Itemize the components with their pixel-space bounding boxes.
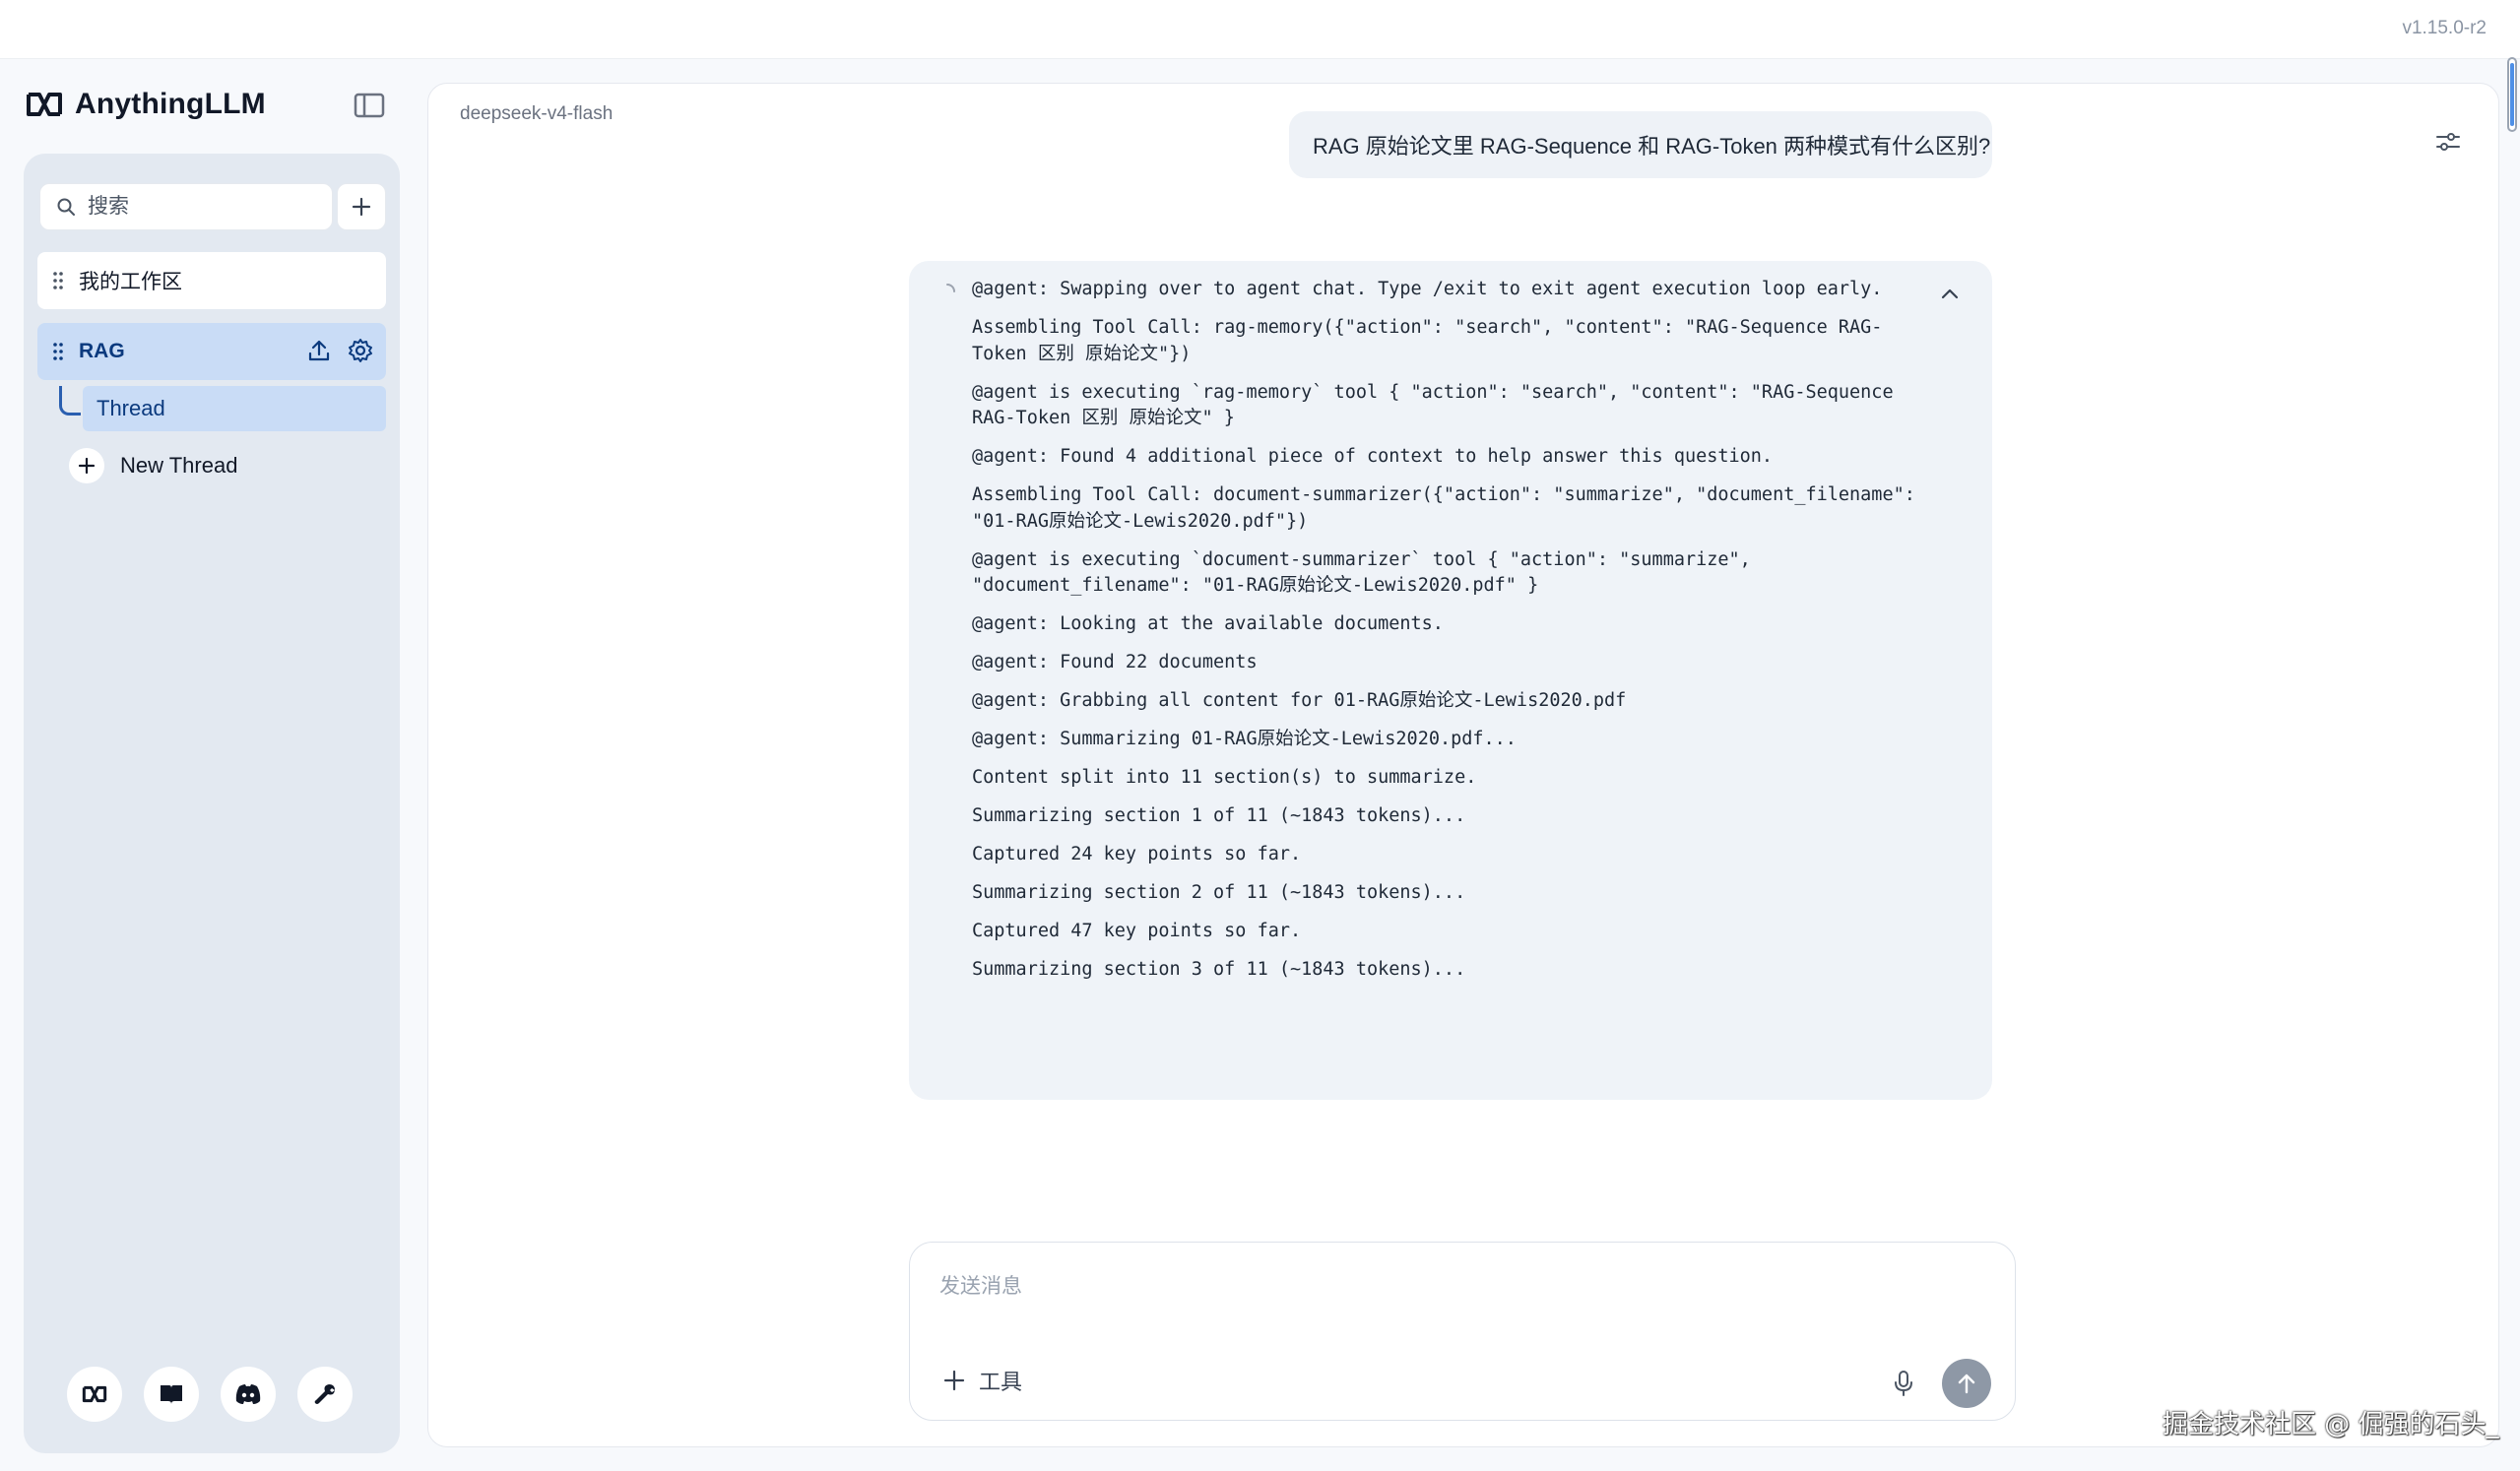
workspace-actions xyxy=(305,337,374,364)
agent-log-line: @agent: Found 22 documents xyxy=(972,652,1258,672)
top-bar: v1.15.0-r2 xyxy=(0,0,2520,59)
user-message-text: RAG 原始论文里 RAG-Sequence 和 RAG-Token 两种模式有… xyxy=(1313,134,1991,159)
send-button[interactable] xyxy=(1942,1359,1991,1408)
chat-settings-button[interactable] xyxy=(2431,125,2465,159)
agent-log-line: Summarizing section 2 of 11 (~1843 token… xyxy=(972,882,1466,903)
agent-log-line: @agent: Swapping over to agent chat. Typ… xyxy=(972,279,1883,299)
chevron-up-icon xyxy=(1941,288,1959,299)
workspace-name: RAG xyxy=(79,340,125,362)
loading-spinner-icon xyxy=(946,284,955,292)
drag-handle-icon[interactable] xyxy=(51,341,65,362)
agent-log-line: @agent: Grabbing all content for 01-RAG原… xyxy=(972,690,1627,711)
user-message-bubble: RAG 原始论文里 RAG-Sequence 和 RAG-Token 两种模式有… xyxy=(1289,111,1992,178)
agent-log-line: @agent is executing `rag-memory` tool { … xyxy=(972,381,1905,429)
anythingllm-icon[interactable] xyxy=(67,1367,122,1422)
agent-log-line: Captured 47 key points so far. xyxy=(972,921,1302,941)
sliders-icon xyxy=(2436,133,2460,151)
model-name: deepseek-v4-flash xyxy=(460,103,614,124)
search-box[interactable] xyxy=(39,183,333,230)
brand: AnythingLLM xyxy=(26,85,266,124)
sidebar: 我的工作区 RAG xyxy=(24,154,400,1453)
plus-icon xyxy=(943,1370,965,1391)
sidebar-toggle-button[interactable] xyxy=(353,91,386,120)
watermark-text: 掘金技术社区 @ 倔强的石头_ xyxy=(2163,1410,2499,1439)
agent-log-line: @agent: Summarizing 01-RAG原始论文-Lewis2020… xyxy=(972,729,1517,749)
agent-log-line: Summarizing section 1 of 11 (~1843 token… xyxy=(972,805,1466,826)
new-workspace-button[interactable] xyxy=(337,183,386,230)
microphone-button[interactable] xyxy=(1887,1365,1920,1402)
agent-log-line: Captured 24 key points so far. xyxy=(972,844,1302,864)
brand-name: AnythingLLM xyxy=(75,88,266,120)
agent-log-line: @agent: Looking at the available documen… xyxy=(972,613,1444,634)
drag-handle-icon[interactable] xyxy=(51,270,65,291)
sidebar-panel-icon xyxy=(354,93,385,118)
thread-connector xyxy=(59,386,81,416)
message-input[interactable] xyxy=(939,1270,1983,1329)
new-thread-label: New Thread xyxy=(120,453,238,478)
workspace-item-rag[interactable]: RAG xyxy=(37,323,386,380)
wrench-icon[interactable] xyxy=(297,1367,353,1422)
agent-log-line: Assembling Tool Call: rag-memory({"actio… xyxy=(972,317,1883,364)
search-icon xyxy=(57,198,75,216)
tools-label: 工具 xyxy=(979,1370,1023,1394)
workspace-item-my-workspace[interactable]: 我的工作区 xyxy=(37,252,386,309)
agent-log-block: @agent: Swapping over to agent chat. Typ… xyxy=(909,261,1992,1100)
book-icon[interactable] xyxy=(144,1367,199,1422)
agent-log-line: @agent is executing `document-summarizer… xyxy=(972,548,1762,597)
anythingllm-logo-icon xyxy=(27,93,62,116)
plus-icon xyxy=(69,448,104,483)
discord-icon[interactable] xyxy=(221,1367,276,1422)
tools-button[interactable]: 工具 xyxy=(943,1365,1022,1396)
upload-icon[interactable] xyxy=(305,337,333,364)
agent-log-line: Summarizing section 3 of 11 (~1843 token… xyxy=(972,959,1466,980)
message-composer: 工具 xyxy=(909,1242,2016,1421)
version-label: v1.15.0-r2 xyxy=(2402,18,2487,38)
workspace-name: 我的工作区 xyxy=(79,271,182,293)
agent-log-line: @agent: Found 4 additional piece of cont… xyxy=(972,446,1774,467)
arrow-up-icon xyxy=(1958,1374,1975,1394)
plus-icon xyxy=(352,197,371,217)
sidebar-footer xyxy=(67,1367,353,1422)
search-input[interactable] xyxy=(88,195,314,219)
page-scrollbar[interactable] xyxy=(2507,57,2517,132)
agent-log-line: Assembling Tool Call: document-summarize… xyxy=(972,484,1927,532)
gear-icon[interactable] xyxy=(347,337,374,364)
new-thread-button[interactable]: New Thread xyxy=(69,445,237,486)
microphone-icon xyxy=(1895,1371,1912,1396)
thread-item[interactable]: Thread xyxy=(83,386,386,431)
chat-panel: deepseek-v4-flash RAG 原始论文里 RAG-Sequence… xyxy=(427,83,2499,1447)
thread-name: Thread xyxy=(97,396,165,420)
agent-log-line: Content split into 11 section(s) to summ… xyxy=(972,767,1477,788)
collapse-button[interactable] xyxy=(1937,281,1963,306)
